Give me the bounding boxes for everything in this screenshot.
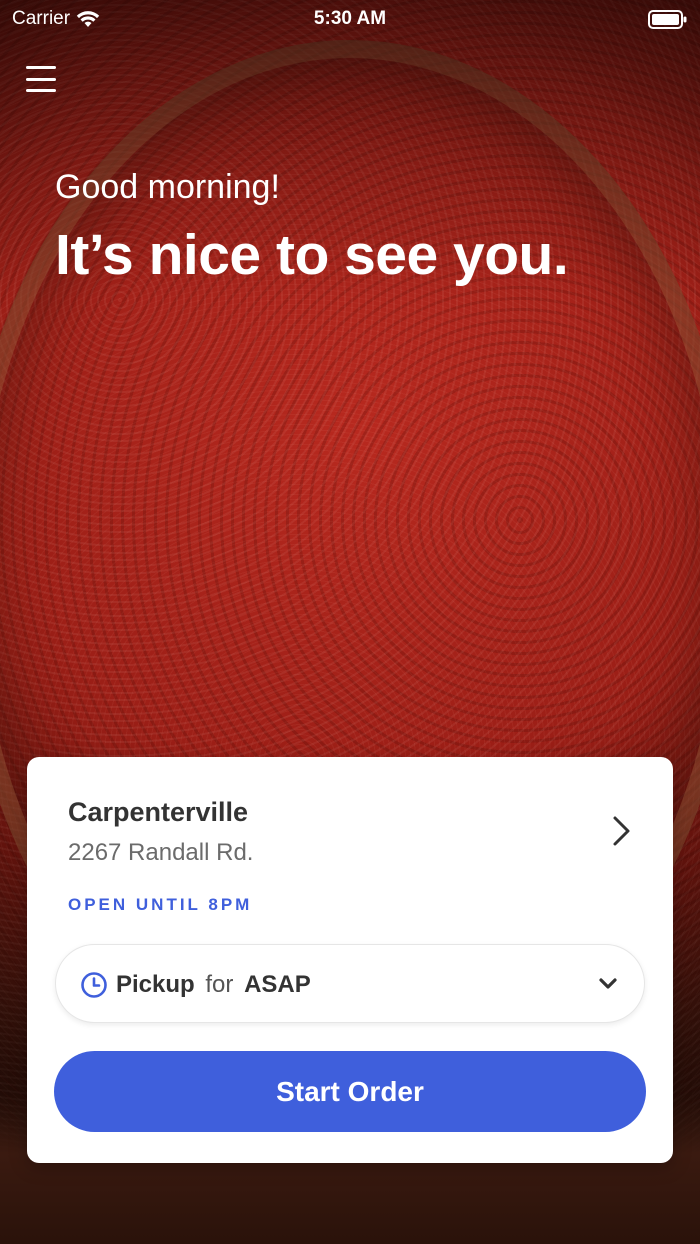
order-mode: Pickup [116,971,195,998]
location-address: 2267 Randall Rd. [68,839,254,866]
battery-icon [648,10,688,36]
chevron-right-icon [613,816,630,846]
order-type-text: Pickup for ASAP [116,971,311,999]
start-order-button[interactable]: Start Order [54,1051,646,1132]
open-status-label: OPEN UNTIL 8PM [68,895,253,914]
location-name: Carpenterville [68,797,249,827]
order-card: Carpenterville 2267 Randall Rd. OPEN UNT… [27,757,673,1163]
order-time: ASAP [244,971,311,998]
chevron-down-icon [599,978,617,989]
clock-icon [81,972,107,998]
menu-bar [26,66,56,69]
hamburger-menu-icon[interactable] [26,66,56,92]
headline-text: It’s nice to see you. [55,223,569,287]
menu-bar [26,89,56,92]
order-type-dropdown[interactable]: Pickup for ASAP [55,944,645,1023]
order-connector: for [205,971,234,998]
menu-bar [26,77,56,81]
greeting-text: Good morning! [55,168,280,206]
status-bar: Carrier 5:30 AM [0,0,700,40]
location-selector[interactable]: Carpenterville 2267 Randall Rd. [27,757,673,887]
status-time: 5:30 AM [313,8,387,29]
